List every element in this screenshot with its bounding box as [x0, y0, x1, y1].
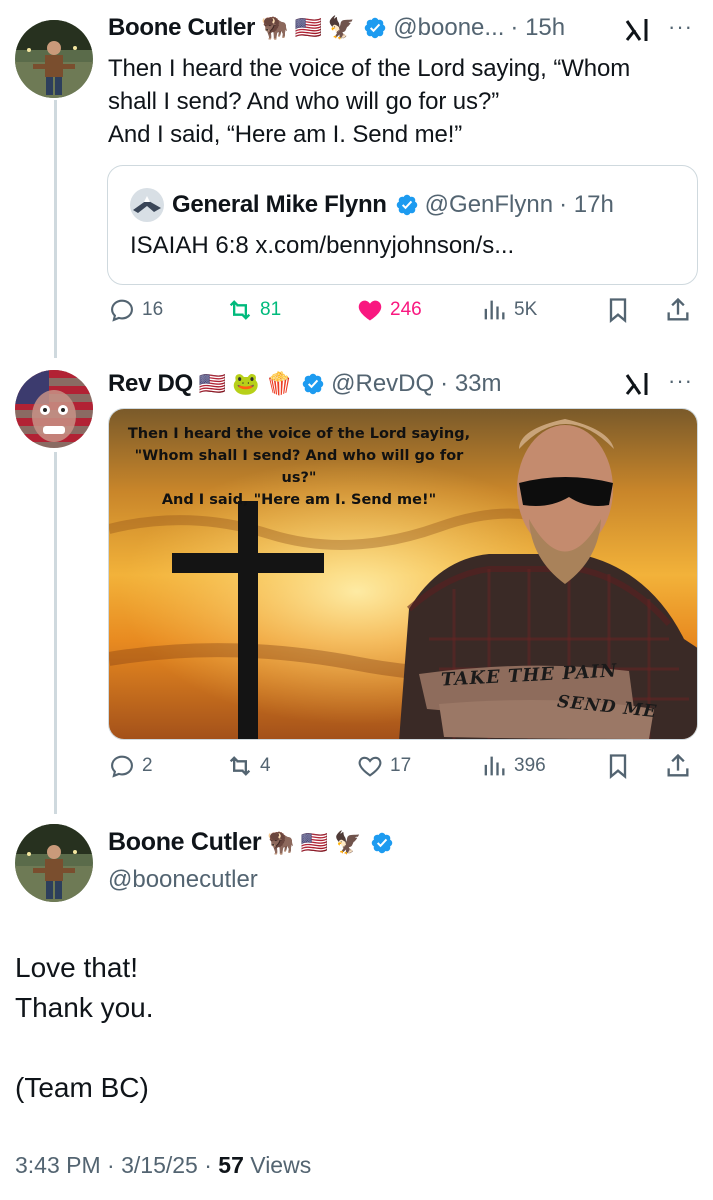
quoted-handle[interactable]: @GenFlynn [425, 191, 553, 219]
main-views-count: 57 [218, 1152, 244, 1178]
eagle-emoji: 🦅 [334, 829, 362, 855]
heart-filled-icon [358, 300, 382, 321]
us-flag-emoji: 🇺🇸 [300, 829, 329, 855]
display-name[interactable]: Rev DQ [108, 370, 193, 398]
views-button[interactable]: 5K [480, 296, 537, 324]
handle[interactable]: @RevDQ [331, 370, 434, 398]
verified-badge-icon [365, 17, 386, 39]
bookmark-button[interactable] [604, 296, 638, 324]
avatar[interactable] [15, 20, 93, 98]
avatar[interactable] [15, 370, 93, 448]
tweet-text-line: And I said, “Here am I. Send me!” [108, 121, 463, 148]
tweet-text-line: shall I send? And who will go for us?” [108, 88, 500, 115]
share-icon [667, 297, 689, 321]
main-tweet-author: Boone Cutler 🦬 🇺🇸 🦅 [108, 828, 394, 857]
main-tweet-line: (Team BC) [15, 1072, 149, 1103]
image-quote-line: "Whom shall I send? And who will go for … [134, 448, 464, 486]
like-count: 17 [390, 755, 412, 776]
frog-emoji: 🐸 [232, 371, 260, 396]
quoted-tweet[interactable]: General Mike Flynn @GenFlynn · 17h ISAIA… [107, 165, 698, 285]
image-quote-line: And I said, "Here am I. Send me!" [161, 492, 437, 508]
eagle-emoji: 🦅 [327, 15, 356, 40]
bookmark-icon [609, 298, 627, 323]
quoted-tweet-header: General Mike Flynn @GenFlynn · 17h [130, 188, 614, 222]
tweet-text: Then I heard the voice of the Lord sayin… [108, 52, 630, 151]
quoted-avatar [130, 188, 164, 222]
main-timestamp[interactable]: 3:43 PM · 3/15/25 · [15, 1152, 218, 1178]
reply-icon [111, 755, 133, 778]
display-name[interactable]: Boone Cutler [108, 828, 262, 857]
views-count: 5K [514, 299, 538, 320]
views-chart-icon [484, 300, 505, 320]
repost-count: 81 [260, 299, 282, 320]
bison-emoji: 🦬 [261, 15, 289, 40]
tweet-actions: 16 81 246 5K [108, 296, 698, 336]
verified-badge-icon [396, 194, 417, 216]
repost-icon [229, 300, 251, 320]
repost-count: 4 [260, 755, 271, 776]
avatar[interactable] [15, 824, 93, 902]
bookmark-icon [609, 754, 627, 779]
main-tweet-line: Thank you. [15, 992, 154, 1023]
main-views-label: Views [243, 1152, 312, 1178]
share-icon [667, 753, 689, 777]
repost-button[interactable]: 4 [226, 752, 271, 780]
main-tweet-line: Love that! [15, 952, 138, 983]
us-flag-emoji: 🇺🇸 [294, 15, 322, 40]
like-button[interactable]: 246 [356, 296, 422, 324]
timestamp[interactable]: · 33m [440, 370, 501, 398]
bison-emoji: 🦬 [267, 829, 295, 855]
grok-icon[interactable] [624, 370, 652, 398]
us-flag-emoji: 🇺🇸 [198, 371, 227, 396]
tweet-boone-cutler[interactable]: Boone Cutler 🦬 🇺🇸 🦅 @boone... · 15h ··· … [0, 0, 713, 350]
tweet-header: Boone Cutler 🦬 🇺🇸 🦅 @boone... · 15h [108, 14, 565, 42]
display-name[interactable]: Boone Cutler [108, 14, 255, 42]
reply-count: 2 [142, 755, 153, 776]
reply-button[interactable]: 16 [108, 296, 163, 324]
tweet-text-line: Then I heard the voice of the Lord sayin… [108, 55, 631, 82]
quoted-display-name[interactable]: General Mike Flynn [172, 191, 387, 219]
popcorn-emoji: 🍿 [265, 371, 294, 396]
more-options-icon[interactable]: ··· [668, 368, 693, 394]
image-quote-line: Then I heard the voice of the Lord sayin… [127, 426, 471, 442]
quoted-timestamp[interactable]: · 17h [559, 191, 614, 219]
grok-icon[interactable] [624, 16, 652, 44]
handle[interactable]: @boone... [393, 14, 504, 42]
views-chart-icon [484, 756, 505, 776]
repost-button[interactable]: 81 [226, 296, 281, 324]
tweet-actions: 2 4 17 396 [108, 752, 698, 792]
tweet-meta: 3:43 PM · 3/15/25 · 57 Views [15, 1152, 311, 1179]
like-count: 246 [390, 299, 422, 320]
verified-badge-icon [302, 373, 324, 395]
repost-icon [229, 756, 251, 776]
share-button[interactable] [664, 296, 698, 324]
more-options-icon[interactable]: ··· [668, 14, 693, 40]
views-count: 396 [514, 755, 546, 776]
verified-badge-icon [371, 832, 392, 853]
reply-icon [111, 299, 133, 322]
image-quote-text: Then I heard the voice of the Lord sayin… [119, 423, 479, 511]
heart-outline-icon [358, 756, 382, 777]
views-button[interactable]: 396 [480, 752, 546, 780]
share-button[interactable] [664, 752, 698, 780]
main-handle[interactable]: @boonecutler [108, 866, 258, 894]
like-button[interactable]: 17 [356, 752, 411, 780]
reply-button[interactable]: 2 [108, 752, 153, 780]
timestamp[interactable]: · 15h [510, 14, 565, 42]
tweet-image[interactable]: Then I heard the voice of the Lord sayin… [108, 408, 698, 740]
reply-count: 16 [142, 299, 164, 320]
bookmark-button[interactable] [604, 752, 638, 780]
tweet-header: Rev DQ 🇺🇸 🐸 🍿 @RevDQ · 33m [108, 370, 502, 398]
quoted-tweet-text: ISAIAH 6:8 x.com/bennyjohnson/s... [130, 232, 515, 259]
